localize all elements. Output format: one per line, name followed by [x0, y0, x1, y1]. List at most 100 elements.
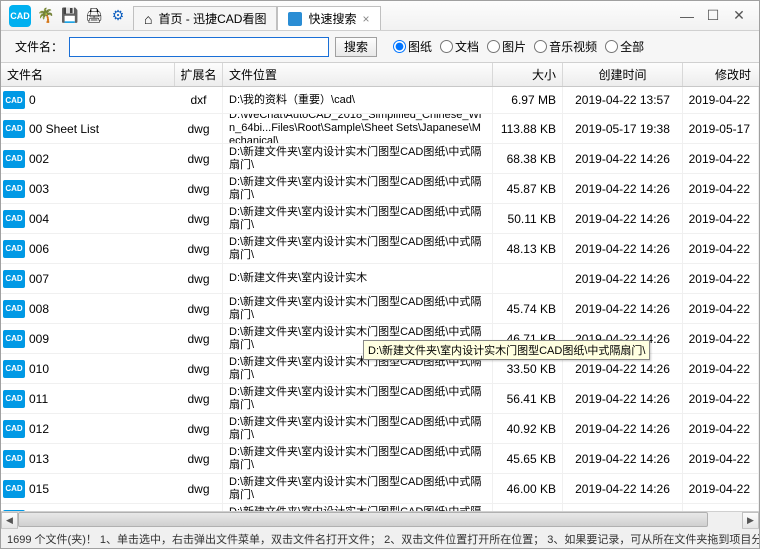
scroll-left-arrow[interactable]: ◀	[1, 512, 18, 529]
horizontal-scrollbar[interactable]: ◀ ▶	[1, 511, 759, 528]
grid-body[interactable]: CAD0dxfD:\我的资料（重要）\cad\6.97 MB 2019-04-22…	[1, 87, 759, 511]
table-row[interactable]: CAD0dxfD:\我的资料（重要）\cad\6.97 MB 2019-04-22…	[1, 87, 759, 114]
tab-search[interactable]: 快速搜索 ×	[277, 6, 380, 30]
tab-close-button[interactable]: ×	[363, 12, 370, 26]
cell-location: D:\新建文件夹\室内设计实木门图型CAD图纸\中式隔扇门\	[223, 144, 493, 173]
cell-mtime: 2019-04-22	[683, 414, 759, 443]
col-header-ctime[interactable]: 创建时间	[563, 63, 683, 86]
table-row[interactable]: CAD00 Sheet ListdwgD:\WeChat\AutoCAD_201…	[1, 114, 759, 144]
cell-name: CAD011	[1, 384, 175, 413]
print-icon[interactable]: 🖨	[85, 7, 103, 25]
cell-location: D:\新建文件夹\室内设计实木门图型CAD图纸\中式隔扇门\	[223, 204, 493, 233]
cell-mtime: 2019-05-17	[683, 114, 759, 143]
cad-file-icon: CAD	[3, 120, 25, 138]
cell-ctime: 2019-04-22 14:26	[563, 504, 683, 511]
cell-ext: dwg	[175, 114, 223, 143]
tab-home[interactable]: ⌂ 首页 - 迅捷CAD看图	[133, 6, 277, 30]
table-row[interactable]: CAD004dwgD:\新建文件夹\室内设计实木门图型CAD图纸\中式隔扇门\5…	[1, 204, 759, 234]
col-header-loc[interactable]: 文件位置	[223, 63, 493, 86]
cell-name: CAD006	[1, 234, 175, 263]
filter-radio-3[interactable]: 音乐视频	[534, 38, 597, 55]
cell-ctime: 2019-04-22 14:26	[563, 414, 683, 443]
cell-name: CAD010	[1, 354, 175, 383]
scroll-thumb[interactable]	[18, 512, 708, 527]
cell-ext: dwg	[175, 414, 223, 443]
cad-file-icon: CAD	[3, 480, 25, 498]
filter-radio-1[interactable]: 文档	[440, 38, 479, 55]
cell-name: CAD016	[1, 504, 175, 511]
cell-ext: dwg	[175, 234, 223, 263]
filter-radio-2[interactable]: 图片	[487, 38, 526, 55]
cell-location: D:\新建文件夹\室内设计实木门图型CAD图纸\中式隔扇门\	[223, 384, 493, 413]
cell-name: CAD015	[1, 474, 175, 503]
col-header-ext[interactable]: 扩展名	[175, 63, 223, 86]
cell-mtime: 2019-04-22	[683, 354, 759, 383]
cell-mtime: 2019-04-22	[683, 174, 759, 203]
palm-icon[interactable]: 🌴	[37, 7, 55, 25]
app-logo-icon: CAD	[9, 5, 31, 27]
table-row[interactable]: CAD011dwgD:\新建文件夹\室内设计实木门图型CAD图纸\中式隔扇门\5…	[1, 384, 759, 414]
close-button[interactable]: ✕	[731, 8, 747, 24]
cell-size: 6.97 MB	[493, 87, 563, 113]
cad-file-icon: CAD	[3, 240, 25, 258]
cell-location: D:\新建文件夹\室内设计实木门图型CAD图纸\中式隔扇门\	[223, 444, 493, 473]
cell-ext: dwg	[175, 504, 223, 511]
cell-size: 56.41 KB	[493, 384, 563, 413]
cell-location: D:\WeChat\AutoCAD_2018_Simplified_Chines…	[223, 114, 493, 143]
table-row[interactable]: CAD012dwgD:\新建文件夹\室内设计实木门图型CAD图纸\中式隔扇门\4…	[1, 414, 759, 444]
scroll-track[interactable]	[18, 512, 742, 529]
gear-icon[interactable]: ⚙	[109, 7, 127, 25]
cell-ext: dwg	[175, 384, 223, 413]
app-window: CAD 🌴 💾 🖨 ⚙ ⌂ 首页 - 迅捷CAD看图 快速搜索 × — ☐ ✕ …	[0, 0, 760, 549]
cad-file-icon: CAD	[3, 420, 25, 438]
col-header-name[interactable]: 文件名	[1, 63, 175, 86]
table-row[interactable]: CAD002dwgD:\新建文件夹\室内设计实木门图型CAD图纸\中式隔扇门\6…	[1, 144, 759, 174]
save-icon[interactable]: 💾	[61, 7, 79, 25]
table-row[interactable]: CAD015dwgD:\新建文件夹\室内设计实木门图型CAD图纸\中式隔扇门\4…	[1, 474, 759, 504]
search-button[interactable]: 搜索	[335, 37, 377, 57]
scroll-right-arrow[interactable]: ▶	[742, 512, 759, 529]
table-row[interactable]: CAD007dwgD:\新建文件夹\室内设计实木2019-04-22 14:26…	[1, 264, 759, 294]
cell-mtime: 2019-04-22	[683, 474, 759, 503]
cell-mtime: 2019-04-22	[683, 87, 759, 113]
cell-location: D:\新建文件夹\室内设计实木门图型CAD图纸\中式隔扇门\	[223, 504, 493, 511]
cell-ctime: 2019-04-22 14:26	[563, 444, 683, 473]
col-header-size[interactable]: 大小	[493, 63, 563, 86]
cad-file-icon: CAD	[3, 360, 25, 378]
table-row[interactable]: CAD003dwgD:\新建文件夹\室内设计实木门图型CAD图纸\中式隔扇门\4…	[1, 174, 759, 204]
cell-ext: dwg	[175, 474, 223, 503]
cell-size: 68.38 KB	[493, 144, 563, 173]
minimize-button[interactable]: —	[679, 8, 695, 24]
cell-location: D:\新建文件夹\室内设计实木门图型CAD图纸\中式隔扇门\	[223, 474, 493, 503]
cell-name: CAD0	[1, 87, 175, 113]
cell-size: 45.74 KB	[493, 294, 563, 323]
cell-name: CAD002	[1, 144, 175, 173]
cell-ext: dxf	[175, 87, 223, 113]
cad-file-icon: CAD	[3, 390, 25, 408]
cell-location: D:\我的资料（重要）\cad\	[223, 87, 493, 113]
cell-size: 113.88 KB	[493, 114, 563, 143]
cell-ctime: 2019-04-22 14:26	[563, 384, 683, 413]
cad-file-icon: CAD	[3, 180, 25, 198]
cell-size: 48.13 KB	[493, 234, 563, 263]
cell-size: 52.72 KB	[493, 504, 563, 511]
cell-ctime: 2019-05-17 19:38	[563, 114, 683, 143]
maximize-button[interactable]: ☐	[705, 8, 721, 24]
table-row[interactable]: CAD006dwgD:\新建文件夹\室内设计实木门图型CAD图纸\中式隔扇门\4…	[1, 234, 759, 264]
filter-radio-4[interactable]: 全部	[605, 38, 644, 55]
cell-ext: dwg	[175, 354, 223, 383]
search-input[interactable]	[69, 37, 329, 57]
cell-location: D:\新建文件夹\室内设计实木门图型CAD图纸\中式隔扇门\	[223, 414, 493, 443]
cell-mtime: 2019-04-22	[683, 144, 759, 173]
cell-mtime: 2019-04-22	[683, 384, 759, 413]
cell-location: D:\新建文件夹\室内设计实木门图型CAD图纸\中式隔扇门\	[223, 294, 493, 323]
cell-ext: dwg	[175, 264, 223, 293]
col-header-mtime[interactable]: 修改时	[683, 63, 759, 86]
table-row[interactable]: CAD013dwgD:\新建文件夹\室内设计实木门图型CAD图纸\中式隔扇门\4…	[1, 444, 759, 474]
cell-mtime: 2019-04-22	[683, 444, 759, 473]
table-row[interactable]: CAD008dwgD:\新建文件夹\室内设计实木门图型CAD图纸\中式隔扇门\4…	[1, 294, 759, 324]
table-row[interactable]: CAD016dwgD:\新建文件夹\室内设计实木门图型CAD图纸\中式隔扇门\5…	[1, 504, 759, 511]
cell-name: CAD00 Sheet List	[1, 114, 175, 143]
filter-radio-0[interactable]: 图纸	[393, 38, 432, 55]
cell-name: CAD008	[1, 294, 175, 323]
